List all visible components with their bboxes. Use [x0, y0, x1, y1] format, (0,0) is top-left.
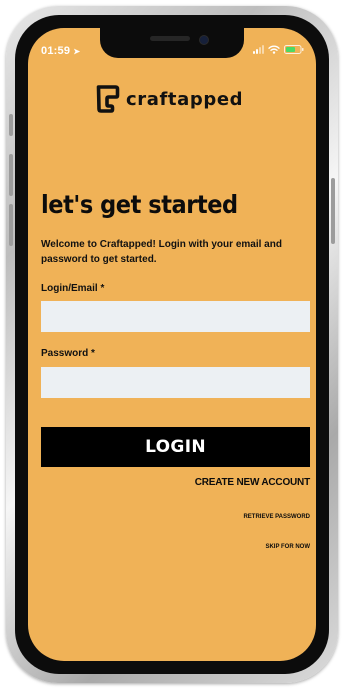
login-email-label: Login/Email * [41, 283, 105, 294]
power-button [331, 178, 335, 244]
notch [100, 28, 244, 58]
volume-down-button [9, 204, 13, 246]
signal-icon [253, 45, 264, 54]
login-email-field[interactable] [41, 301, 310, 332]
brand-logo: craftapped [92, 83, 243, 115]
app-screen: 01:59 ➤ craftapped let's get started Wel… [28, 28, 316, 661]
location-icon: ➤ [73, 47, 81, 56]
speaker-grille [150, 36, 190, 41]
volume-up-button [9, 154, 13, 196]
front-camera [199, 35, 209, 45]
status-time: 01:59 ➤ [41, 45, 80, 57]
page-title: let's get started [41, 190, 238, 219]
status-icons [253, 45, 304, 54]
password-field[interactable] [41, 367, 310, 398]
silent-switch [9, 114, 13, 136]
battery-icon [284, 45, 304, 54]
craftapped-logo-icon [92, 83, 120, 115]
status-time-text: 01:59 [41, 45, 71, 57]
retrieve-password-link[interactable]: RETRIEVE PASSWORD [243, 514, 310, 520]
skip-for-now-link[interactable]: SKIP FOR NOW [265, 544, 310, 550]
create-account-link[interactable]: CREATE NEW ACCOUNT [195, 477, 310, 488]
login-button[interactable]: LOGIN [41, 427, 310, 467]
intro-text: Welcome to Craftapped! Login with your e… [41, 239, 282, 265]
brand-name: craftapped [126, 88, 244, 110]
password-label: Password * [41, 348, 95, 359]
wifi-icon [268, 45, 280, 54]
